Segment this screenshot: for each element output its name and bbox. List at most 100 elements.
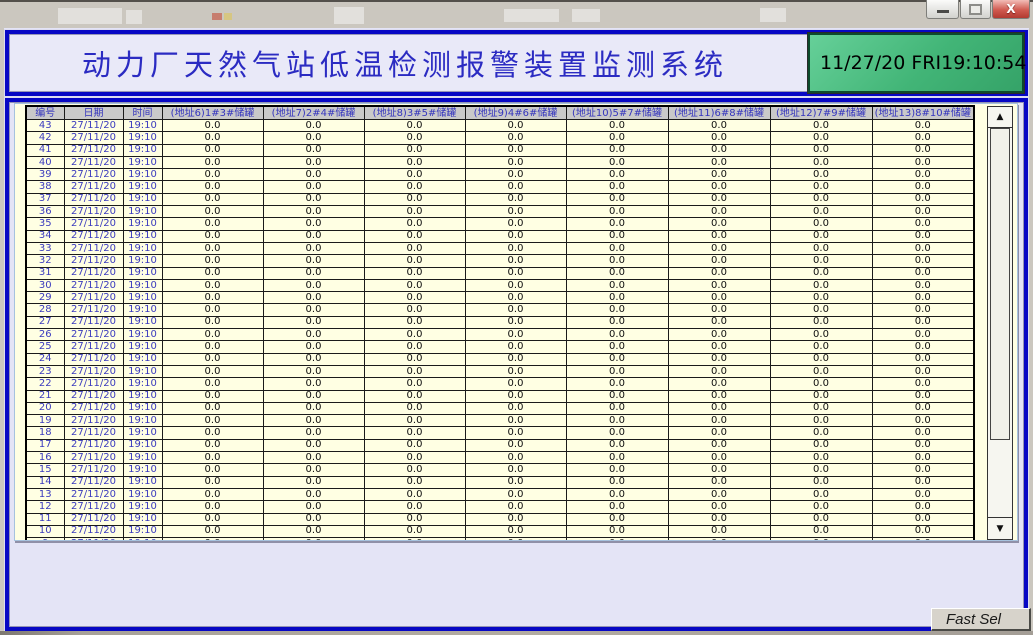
record-meta-cell: 40: [26, 156, 64, 168]
value-cell: 0.0: [364, 427, 465, 439]
value-cell: 0.0: [872, 538, 974, 541]
value-cell: 0.0: [465, 390, 566, 402]
table-row: 3027/11/2019:100.00.00.00.00.00.00.00.0: [26, 279, 974, 291]
record-meta-cell: 19:10: [123, 181, 162, 193]
background-artifact: [504, 9, 559, 22]
close-button[interactable]: X: [992, 0, 1030, 19]
scroll-up-button[interactable]: ▲: [988, 107, 1012, 128]
value-cell: 0.0: [162, 181, 263, 193]
table-row: 3427/11/2019:100.00.00.00.00.00.00.00.0: [26, 230, 974, 242]
table-row: 1527/11/2019:100.00.00.00.00.00.00.00.0: [26, 464, 974, 476]
record-meta-cell: 27/11/20: [64, 132, 123, 144]
value-cell: 0.0: [872, 365, 974, 377]
value-cell: 0.0: [263, 513, 364, 525]
header-row: 编号日期时间(地址6)1#3#储罐(地址7)2#4#储罐(地址8)3#5#储罐(…: [26, 106, 974, 120]
record-meta-cell: 27/11/20: [64, 279, 123, 291]
value-cell: 0.0: [364, 452, 465, 464]
value-cell: 0.0: [770, 329, 872, 341]
value-cell: 0.0: [770, 242, 872, 254]
value-cell: 0.0: [263, 181, 364, 193]
table-row: 2027/11/2019:100.00.00.00.00.00.00.00.0: [26, 402, 974, 414]
value-cell: 0.0: [566, 181, 668, 193]
value-cell: 0.0: [566, 144, 668, 156]
record-meta-cell: 19:10: [123, 341, 162, 353]
value-cell: 0.0: [770, 132, 872, 144]
record-meta-cell: 27/11/20: [64, 169, 123, 181]
value-cell: 0.0: [668, 132, 770, 144]
value-cell: 0.0: [162, 501, 263, 513]
value-cell: 0.0: [566, 242, 668, 254]
value-cell: 0.0: [162, 365, 263, 377]
record-meta-cell: 16: [26, 452, 64, 464]
value-cell: 0.0: [263, 132, 364, 144]
value-cell: 0.0: [668, 415, 770, 427]
record-meta-cell: 27/11/20: [64, 439, 123, 451]
record-meta-cell: 27/11/20: [64, 292, 123, 304]
value-cell: 0.0: [770, 316, 872, 328]
column-header: (地址11)6#8#储罐: [668, 106, 770, 120]
record-meta-cell: 19:10: [123, 218, 162, 230]
value-cell: 0.0: [263, 329, 364, 341]
record-meta-cell: 19:10: [123, 488, 162, 500]
record-meta-cell: 19:10: [123, 390, 162, 402]
value-cell: 0.0: [162, 120, 263, 132]
record-meta-cell: 27/11/20: [64, 365, 123, 377]
value-cell: 0.0: [263, 353, 364, 365]
value-cell: 0.0: [770, 378, 872, 390]
record-meta-cell: 27/11/20: [64, 329, 123, 341]
record-meta-cell: 19:10: [123, 538, 162, 541]
fast-sel-button[interactable]: Fast Sel: [931, 608, 1031, 631]
record-meta-cell: 27/11/20: [64, 218, 123, 230]
value-cell: 0.0: [872, 501, 974, 513]
screen: X 动力厂天然气站低温检测报警装置监测系统 11/27/20 FRI 19:10…: [0, 0, 1033, 635]
value-cell: 0.0: [770, 193, 872, 205]
value-cell: 0.0: [263, 415, 364, 427]
value-cell: 0.0: [162, 378, 263, 390]
background-artifact: [572, 9, 600, 22]
value-cell: 0.0: [263, 230, 364, 242]
value-cell: 0.0: [364, 513, 465, 525]
value-cell: 0.0: [668, 538, 770, 541]
desktop-bottom-strip: [0, 631, 1033, 635]
column-header: (地址8)3#5#储罐: [364, 106, 465, 120]
value-cell: 0.0: [566, 525, 668, 537]
record-meta-cell: 19:10: [123, 427, 162, 439]
value-cell: 0.0: [364, 378, 465, 390]
value-cell: 0.0: [872, 316, 974, 328]
table-row: 1027/11/2019:100.00.00.00.00.00.00.00.0: [26, 525, 974, 537]
value-cell: 0.0: [872, 218, 974, 230]
table-row: 3727/11/2019:100.00.00.00.00.00.00.00.0: [26, 193, 974, 205]
value-cell: 0.0: [668, 353, 770, 365]
value-cell: 0.0: [770, 230, 872, 242]
record-meta-cell: 25: [26, 341, 64, 353]
value-cell: 0.0: [263, 292, 364, 304]
minimize-button[interactable]: [926, 0, 959, 19]
value-cell: 0.0: [872, 476, 974, 488]
vertical-scrollbar[interactable]: ▲ ▼: [987, 106, 1013, 540]
scroll-down-button[interactable]: ▼: [988, 517, 1012, 539]
value-cell: 0.0: [668, 402, 770, 414]
record-meta-cell: 19:10: [123, 255, 162, 267]
value-cell: 0.0: [770, 218, 872, 230]
value-cell: 0.0: [770, 365, 872, 377]
record-meta-cell: 19:10: [123, 156, 162, 168]
value-cell: 0.0: [566, 279, 668, 291]
value-cell: 0.0: [872, 193, 974, 205]
record-meta-cell: 12: [26, 501, 64, 513]
value-cell: 0.0: [162, 156, 263, 168]
scrollbar-thumb[interactable]: [990, 128, 1010, 440]
record-meta-cell: 24: [26, 353, 64, 365]
value-cell: 0.0: [668, 488, 770, 500]
value-cell: 0.0: [566, 476, 668, 488]
value-cell: 0.0: [162, 279, 263, 291]
value-cell: 0.0: [668, 242, 770, 254]
value-cell: 0.0: [364, 464, 465, 476]
value-cell: 0.0: [162, 452, 263, 464]
value-cell: 0.0: [668, 292, 770, 304]
value-cell: 0.0: [465, 402, 566, 414]
value-cell: 0.0: [162, 488, 263, 500]
restore-button[interactable]: [960, 0, 991, 19]
record-meta-cell: 18: [26, 427, 64, 439]
table-row: 2927/11/2019:100.00.00.00.00.00.00.00.0: [26, 292, 974, 304]
background-artifact: [224, 13, 232, 20]
